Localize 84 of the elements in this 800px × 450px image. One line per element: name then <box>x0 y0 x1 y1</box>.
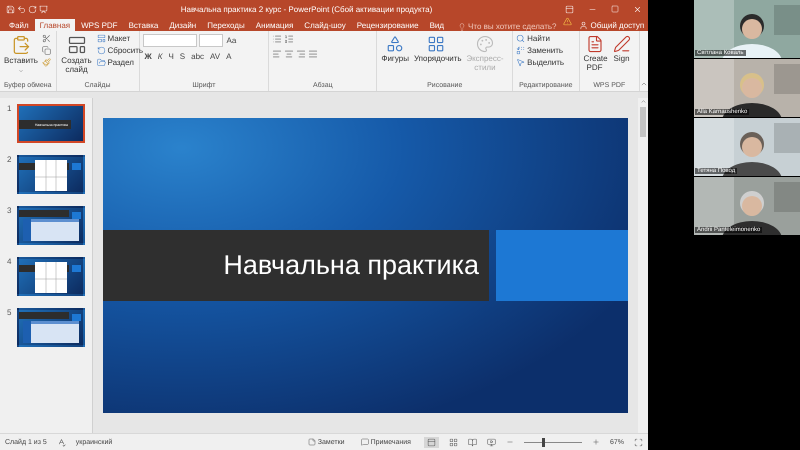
slide-number: 3 <box>7 206 12 217</box>
share-button[interactable]: Общий доступ <box>573 21 650 31</box>
undo-icon <box>17 4 26 14</box>
ribbon-display-icon <box>565 4 574 14</box>
slide-icon <box>66 35 86 55</box>
ribbon-tab[interactable]: Файл <box>4 19 34 31</box>
font-color-button[interactable]: A <box>224 52 234 61</box>
align-right-icon <box>296 49 306 59</box>
numbering-icon <box>284 34 294 44</box>
copy-icon <box>42 46 51 55</box>
slide-number: 5 <box>7 308 12 319</box>
scroll-up-icon <box>640 98 646 105</box>
font-format-button[interactable]: S <box>178 52 188 61</box>
ribbon-tab[interactable]: WPS PDF <box>76 19 123 31</box>
redo-icon <box>28 4 37 14</box>
save-icon <box>6 4 15 14</box>
ribbon-item[interactable]: Сбросить <box>96 46 144 55</box>
ribbon-tab[interactable]: Главная <box>34 19 76 31</box>
ribbon-tab[interactable]: Переходы <box>202 19 250 31</box>
ribbon-item[interactable]: Макет <box>96 34 144 43</box>
font-format-button[interactable]: К <box>156 52 164 61</box>
brush-icon <box>42 58 51 67</box>
window-title: Навчальна практика 2 курс - PowerPoint (Сбой активации продукта) <box>180 4 434 14</box>
ribbon-item[interactable]: Раздел <box>96 58 144 67</box>
slide-thumbnail[interactable] <box>17 257 85 296</box>
scroll-thumb <box>640 107 646 137</box>
drawing-button[interactable]: Фигуры <box>380 34 410 65</box>
scissors-icon <box>42 34 51 43</box>
grid-icon <box>448 438 458 446</box>
caret-icon <box>18 68 24 74</box>
align-center-icon <box>284 49 294 59</box>
fit-icon <box>634 438 643 446</box>
ribbon-tab[interactable]: Вид <box>424 19 450 31</box>
slide-thumbnail[interactable] <box>17 308 85 347</box>
align-left-icon <box>272 49 282 59</box>
justify-icon <box>308 49 318 59</box>
bullets-icon <box>272 34 282 44</box>
pdf-button[interactable]: Create PDF <box>582 34 607 74</box>
slide-number: 1 <box>7 104 12 115</box>
zoom-thumb[interactable] <box>542 438 546 446</box>
lightbulb-icon <box>458 22 466 30</box>
slide-thumbnail[interactable] <box>17 155 85 194</box>
warning-icon <box>563 17 572 26</box>
ribbon-tab[interactable]: Вставка <box>124 19 164 31</box>
ribbon-item[interactable]: Выделить <box>516 58 564 67</box>
font-format-button[interactable]: AV <box>208 52 222 61</box>
grow-font-button[interactable]: Aa <box>224 36 238 45</box>
drawing-button[interactable]: Упорядочить <box>412 34 459 65</box>
ribbon-item[interactable]: Найти <box>516 34 564 43</box>
slide-preview-drawing <box>19 157 83 192</box>
comment-icon <box>360 438 369 446</box>
notes-icon <box>308 438 316 446</box>
slide-number: 2 <box>7 155 12 166</box>
normal-view-icon <box>426 438 436 446</box>
slide-preview-drawing <box>19 259 83 294</box>
user-icon <box>579 21 588 30</box>
book-icon <box>468 438 477 446</box>
font-format-button[interactable]: Ч <box>166 52 176 61</box>
clipboard-icon <box>10 35 31 55</box>
ribbon-tab[interactable]: Дизайн <box>164 19 202 31</box>
font-name-field[interactable] <box>142 34 196 47</box>
slideshow-icon <box>486 438 496 446</box>
paste-button[interactable]: Вставить <box>3 34 39 75</box>
spellcheck-icon <box>56 438 66 446</box>
slide-thumbnail[interactable] <box>17 206 85 245</box>
close-icon <box>633 4 642 14</box>
slide-preview-drawing <box>19 208 83 243</box>
slide-preview-drawing <box>19 310 83 345</box>
font-size-field[interactable] <box>198 34 222 47</box>
slideshow-icon <box>39 4 48 14</box>
slide-title: Навчальна практика <box>223 250 479 281</box>
zoom-in-icon <box>592 438 600 446</box>
new-slide-button[interactable]: Создать слайд <box>60 34 94 76</box>
ribbon-item[interactable]: Заменить <box>516 46 564 55</box>
font-format-button[interactable]: abc <box>189 52 206 61</box>
ribbon-tab[interactable]: Анимация <box>250 19 298 31</box>
ribbon-tab[interactable]: Слайд-шоу <box>299 19 351 31</box>
ribbon-tab[interactable]: Рецензирование <box>352 19 424 31</box>
maximize-icon <box>611 5 619 13</box>
normal-view-button[interactable] <box>424 436 439 448</box>
font-format-button[interactable]: Ж <box>142 52 154 61</box>
collapse-icon <box>640 80 648 88</box>
pdf-button[interactable]: Sign <box>610 34 634 65</box>
slide-number: 4 <box>7 257 12 268</box>
